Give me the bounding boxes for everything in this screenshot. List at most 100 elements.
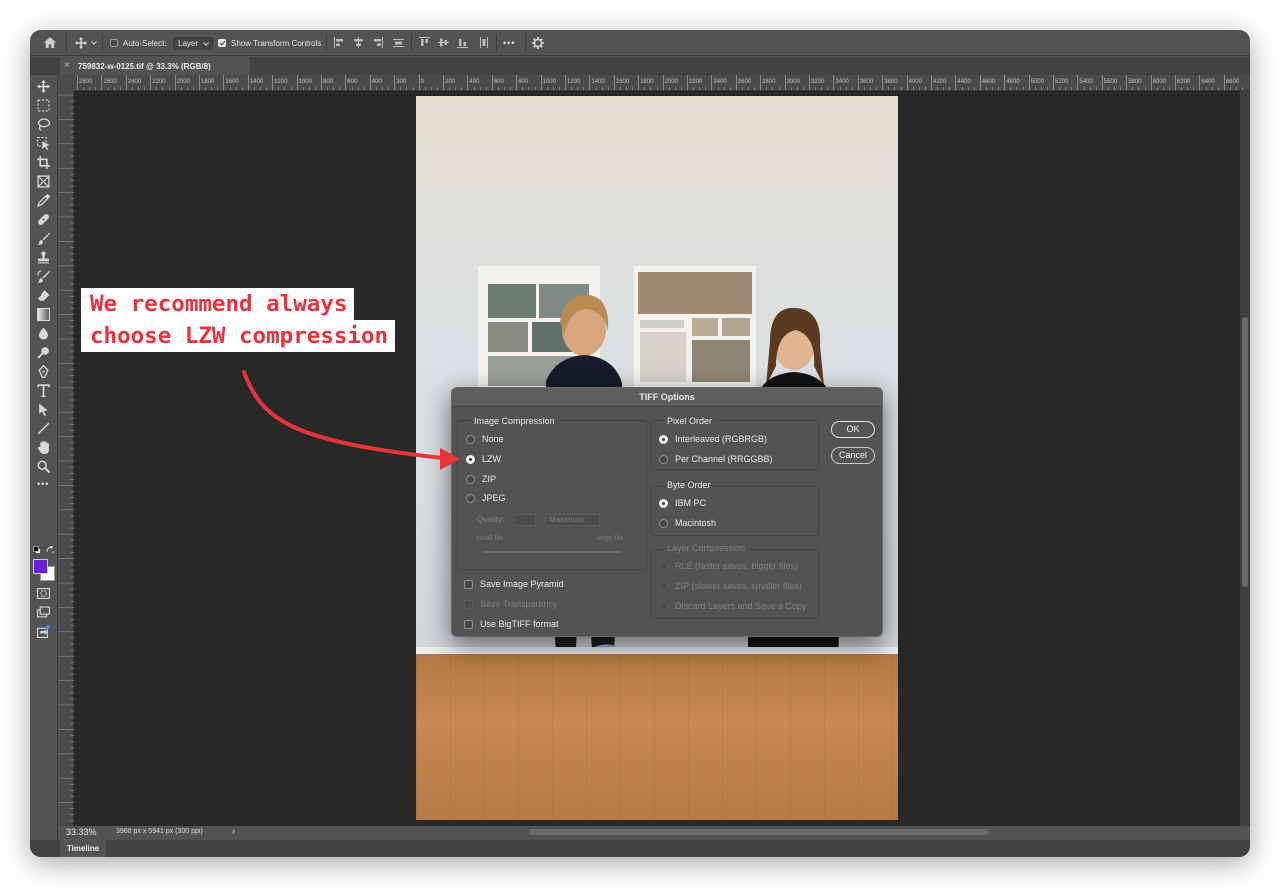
ruler-label: 1000	[298, 79, 312, 85]
blur-tool[interactable]	[37, 327, 50, 340]
object-selection-tool[interactable]	[37, 137, 50, 150]
eraser-tool[interactable]	[37, 289, 50, 302]
radio-interleaved[interactable]	[659, 434, 668, 444]
ruler-label: 6200	[1177, 79, 1191, 85]
distribute-horizontal-icon[interactable]	[393, 37, 404, 48]
healing-brush-tool[interactable]	[37, 213, 50, 226]
radio-macintosh[interactable]	[659, 518, 668, 528]
document-tab[interactable]: × 759832-w-0125.tif @ 33.3% (RGB/8)	[60, 57, 250, 75]
screen-mode-tool[interactable]	[37, 606, 50, 619]
save-image-pyramid-checkbox[interactable]	[464, 579, 473, 589]
quality-slider[interactable]	[484, 551, 620, 553]
line-icon	[37, 422, 50, 435]
compression-option-zip[interactable]: ZIP	[466, 473, 496, 485]
radio-none[interactable]	[466, 434, 475, 444]
options-bar: Auto-Select: Layer Show Transform Contro…	[30, 30, 1250, 56]
radio-zip[interactable]	[466, 474, 475, 484]
vertical-scrollbar-thumb[interactable]	[1242, 317, 1248, 587]
eyedropper-tool[interactable]	[37, 194, 50, 207]
use-bigtiff-checkbox[interactable]	[464, 619, 473, 629]
lasso-tool[interactable]	[37, 118, 50, 131]
ruler-label: 1200	[567, 79, 581, 85]
pixel-order-interleaved[interactable]: Interleaved (RGBRGB)	[659, 433, 767, 445]
radio-ibm-pc[interactable]	[659, 498, 668, 508]
horizontal-scrollbar-thumb[interactable]	[529, 829, 989, 835]
frame-tool[interactable]	[37, 175, 50, 188]
auto-select-toggle[interactable]: Auto-Select:	[110, 30, 167, 56]
home-icon[interactable]	[43, 36, 57, 49]
auto-select-checkbox[interactable]	[110, 39, 118, 47]
byte-order-macintosh[interactable]: Macintosh	[659, 517, 716, 529]
history-brush-tool[interactable]	[37, 270, 50, 283]
ruler-tick	[174, 75, 176, 90]
chevron-down-icon[interactable]	[91, 40, 97, 46]
annotation-callout: We recommend always choose LZW compressi…	[81, 288, 396, 352]
align-bottom-edges-icon[interactable]	[457, 37, 468, 48]
dodge-tool[interactable]	[37, 346, 50, 359]
radio-per-channel[interactable]	[659, 454, 668, 464]
move-tool-icon[interactable]	[75, 37, 87, 49]
align-top-edges-icon[interactable]	[419, 37, 430, 48]
horizontal-ruler[interactable]: 2800 2600 2400 2200 2000 1800 1600 1400 1200 1000…	[74, 75, 1250, 91]
default-colors-icon[interactable]	[33, 546, 41, 554]
ruler-label: 1600	[225, 79, 239, 85]
compression-option-lzw[interactable]: LZW	[466, 453, 501, 465]
align-right-edges-icon[interactable]	[372, 37, 383, 48]
layer-compression-rle: RLE (faster saves, bigger files)	[659, 560, 798, 572]
ok-button[interactable]: OK	[831, 421, 875, 438]
zoom-tool[interactable]	[37, 460, 50, 473]
marquee-tool[interactable]	[37, 99, 50, 112]
hand-tool[interactable]	[37, 441, 50, 454]
photo-floor	[416, 654, 898, 820]
compression-option-none[interactable]: None	[466, 433, 504, 445]
more-options-icon[interactable]: •••	[503, 30, 515, 56]
foreground-color-swatch[interactable]	[33, 559, 48, 574]
align-vertical-centers-icon[interactable]	[438, 37, 449, 48]
radio-jpeg[interactable]	[466, 493, 475, 503]
timeline-tab[interactable]: Timeline	[60, 840, 106, 857]
edit-toolbar-icon[interactable]: •••	[37, 479, 50, 492]
type-tool[interactable]	[37, 384, 50, 397]
align-horizontal-centers-icon[interactable]	[353, 37, 364, 48]
path-selection-tool[interactable]	[37, 403, 50, 416]
close-icon[interactable]: ×	[64, 60, 70, 71]
gradient-tool[interactable]	[37, 308, 50, 321]
show-transform-toggle[interactable]: Show Transform Controls	[218, 30, 321, 56]
eraser-icon	[37, 290, 50, 301]
vertical-ruler[interactable]	[59, 91, 74, 826]
pixel-order-per-channel[interactable]: Per Channel (RRGGBB)	[659, 453, 773, 465]
ruler-label: 1400	[249, 79, 264, 85]
gear-icon[interactable]	[532, 37, 544, 49]
distribute-vertical-icon[interactable]	[478, 37, 489, 48]
save-image-pyramid-option[interactable]: Save Image Pyramid	[464, 578, 564, 590]
ruler-tick	[931, 75, 932, 90]
use-bigtiff-option[interactable]: Use BigTIFF format	[464, 618, 559, 630]
swap-colors-icon[interactable]	[46, 546, 55, 554]
byte-order-title: Byte Order	[665, 480, 713, 490]
move-tool[interactable]	[37, 80, 50, 93]
radio-lzw[interactable]	[466, 454, 475, 464]
byte-order-ibm-pc[interactable]: IBM PC	[659, 497, 706, 509]
clone-stamp-tool[interactable]	[37, 251, 50, 264]
compression-option-jpeg[interactable]: JPEG	[466, 492, 506, 504]
quality-input[interactable]	[514, 514, 536, 526]
line-tool[interactable]	[37, 422, 50, 435]
quick-mask-tool[interactable]	[37, 587, 50, 600]
chevron-right-icon[interactable]: ›	[232, 826, 235, 836]
brush-tool[interactable]	[37, 232, 50, 245]
quality-select[interactable]: Maximum	[545, 514, 600, 526]
vertical-scrollbar[interactable]	[1240, 91, 1250, 826]
cancel-button[interactable]: Cancel	[831, 447, 875, 464]
ruler-label: 5600	[1103, 79, 1118, 85]
show-transform-checkbox[interactable]	[218, 39, 226, 47]
crop-tool[interactable]	[37, 156, 50, 169]
pen-tool[interactable]	[37, 365, 50, 378]
layer-select[interactable]: Layer	[173, 36, 214, 50]
align-left-edges-icon[interactable]	[334, 37, 345, 48]
pen-icon	[38, 365, 49, 378]
ruler-label: 600	[347, 79, 358, 85]
share-tool[interactable]	[37, 625, 50, 638]
zoom-level[interactable]: 33.33%	[66, 827, 97, 837]
ruler-label: 1800	[640, 79, 654, 85]
ruler-tick	[296, 75, 298, 90]
